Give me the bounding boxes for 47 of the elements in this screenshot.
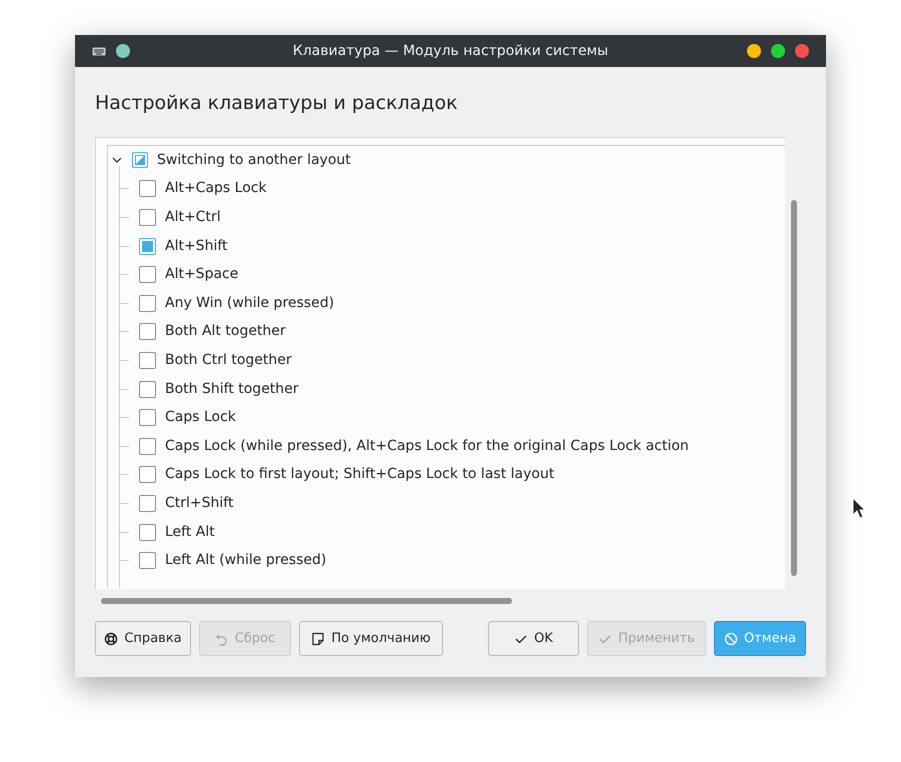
dialog-button[interactable]: Справка — [95, 621, 191, 656]
option-label: Any Win (while pressed) — [165, 294, 334, 313]
vertical-scrollbar[interactable] — [791, 200, 797, 576]
option-label: Left Alt — [165, 522, 215, 542]
tree-item-label: Switching to another layout — [157, 150, 351, 170]
checkbox[interactable] — [139, 438, 156, 455]
option-label: Alt+Space — [165, 265, 238, 284]
option-label: Both Shift together — [165, 380, 299, 399]
option-label: Alt+Shift — [165, 236, 228, 256]
checkbox[interactable] — [139, 208, 156, 226]
help-icon — [104, 632, 118, 646]
option-label: Alt+Ctrl — [165, 208, 221, 227]
checkbox[interactable] — [139, 466, 156, 484]
option-label: Caps Lock — [165, 408, 236, 428]
checkbox[interactable] — [139, 494, 156, 512]
option-label: Both Alt together — [165, 322, 286, 342]
checkbox[interactable] — [139, 524, 156, 541]
undo-icon — [214, 632, 229, 646]
checkbox[interactable] — [139, 352, 156, 369]
option-label: Caps Lock (while pressed), Alt+Caps Lock for the original Caps Lock action — [165, 436, 689, 456]
option-label: Both Ctrl together — [165, 350, 292, 370]
cancel-icon — [724, 632, 738, 646]
checkbox[interactable] — [139, 238, 156, 255]
close-button[interactable] — [795, 44, 809, 58]
window-title: Клавиатура — Модуль настройки системы — [292, 42, 608, 60]
checkbox[interactable] — [139, 552, 156, 570]
option-label: Ctrl+Shift — [165, 494, 234, 513]
checkbox[interactable] — [139, 180, 156, 198]
checkbox[interactable] — [132, 152, 148, 168]
minimize-button[interactable] — [747, 44, 761, 58]
option-label: Alt+Caps Lock — [165, 179, 267, 198]
option-label: Caps Lock to first layout; Shift+Caps Lock to last layout — [165, 465, 554, 484]
page-heading: Настройка клавиатуры и раскладок — [95, 91, 459, 116]
dialog-button[interactable]: OK — [488, 621, 579, 656]
keyboard-icon — [92, 46, 106, 56]
mouse-pointer-icon — [852, 497, 866, 519]
horizontal-scrollbar[interactable] — [101, 598, 512, 604]
checkbox[interactable] — [139, 409, 156, 426]
checkbox[interactable] — [139, 380, 156, 398]
checkbox[interactable] — [139, 323, 156, 340]
dialog-button[interactable]: По умолчанию — [299, 621, 443, 656]
document-icon — [311, 632, 326, 646]
checkbox[interactable] — [139, 266, 156, 284]
pin-button[interactable] — [116, 44, 130, 58]
option-label: Left Alt (while pressed) — [165, 551, 326, 570]
checkbox[interactable] — [139, 294, 156, 312]
maximize-button[interactable] — [771, 44, 785, 58]
